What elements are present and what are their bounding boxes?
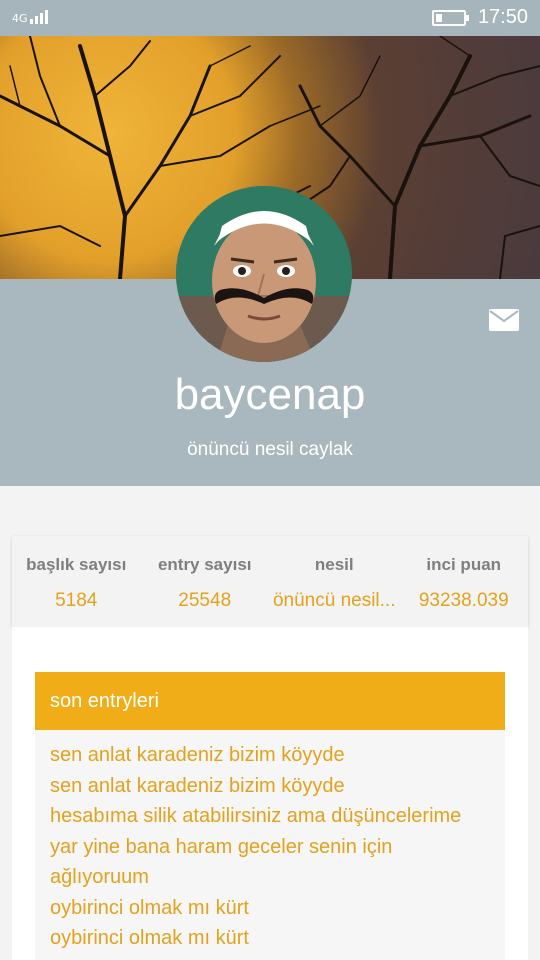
status-bar: 4G 17:50 [0, 0, 540, 36]
stat-value: önüncü nesil... [272, 590, 396, 611]
network-type: 4G [12, 12, 28, 25]
stat-value: 5184 [55, 590, 98, 611]
stat-label: inci puan [426, 555, 502, 574]
network-indicator: 4G [12, 8, 50, 24]
battery-icon [431, 9, 469, 26]
stat-title-count[interactable]: başlık sayısı 5184 [12, 536, 140, 627]
signal-icon [29, 8, 50, 24]
stat-label: nesil [314, 555, 354, 574]
stats-card: başlık sayısı 5184 entry sayısı 25548 ne… [12, 536, 528, 627]
username: baycenap [174, 370, 366, 419]
stat-value: 93238.039 [418, 590, 509, 611]
user-avatar[interactable] [176, 186, 352, 362]
user-title: önüncü nesil caylak [187, 439, 353, 460]
recent-entries-header: son entryleri [35, 672, 505, 730]
stat-generation[interactable]: nesil önüncü nesil... [269, 536, 400, 627]
entry-link[interactable]: hesabıma silik atabilirsiniz ama düşünce… [50, 801, 505, 832]
stat-entry-count[interactable]: entry sayısı 25548 [140, 536, 268, 627]
battery-level [435, 13, 442, 22]
stat-label: entry sayısı [157, 555, 252, 574]
recent-entries-list: sen anlat karadeniz bizim köyyde sen anl… [35, 730, 505, 960]
entry-link[interactable]: sen anlat karadeniz bizim köyyde [50, 771, 505, 802]
stat-value: 25548 [178, 590, 232, 611]
entry-link[interactable]: oybirinci olmak mı kürt [50, 923, 505, 954]
status-time: 17:50 [477, 6, 528, 28]
entry-link-continued[interactable]: ağlıyoruum [50, 862, 505, 893]
stat-label: başlık sayısı [26, 555, 127, 574]
avatar-portrait [176, 186, 352, 362]
mail-icon[interactable] [489, 309, 519, 331]
stat-inci-points[interactable]: inci puan 93238.039 [400, 536, 528, 627]
entry-link[interactable]: oybirinci olmak mı kürt [50, 893, 505, 924]
entry-link[interactable]: sen anlat karadeniz bizim köyyde [50, 740, 505, 771]
entry-link[interactable]: yar yine bana haram geceler senin için [50, 832, 505, 863]
